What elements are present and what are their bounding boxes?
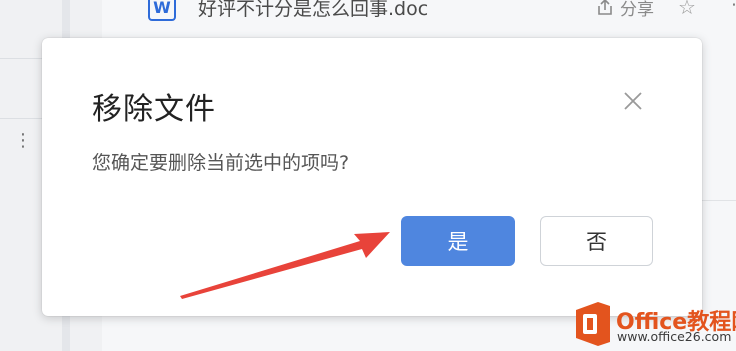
dialog-title: 移除文件 (92, 92, 216, 127)
star-icon[interactable]: ☆ (678, 0, 696, 22)
cancel-button[interactable]: 否 (540, 216, 653, 266)
dialog-message: 您确定要删除当前选中的项吗? (92, 152, 350, 174)
share-label: 分享 (620, 0, 654, 20)
annotation-arrow-icon (180, 232, 390, 299)
confirm-button[interactable]: 是 (401, 216, 515, 266)
file-row[interactable]: W 好评不计分是怎么回事.doc (148, 0, 428, 22)
share-icon (598, 0, 612, 15)
more-vertical-icon[interactable]: ⋮ (725, 0, 736, 8)
file-name: 好评不计分是怎么回事.doc (198, 0, 429, 20)
word-doc-icon: W (148, 0, 176, 21)
close-button[interactable] (620, 88, 646, 114)
more-vertical-icon[interactable]: ⋮ (14, 132, 32, 164)
watermark-url: www.office26.com (617, 329, 732, 344)
close-icon (624, 92, 642, 110)
watermark: Office教程网 www.office26.com (572, 300, 736, 348)
share-button[interactable]: 分享 (596, 0, 654, 22)
office-logo-icon (576, 302, 610, 346)
